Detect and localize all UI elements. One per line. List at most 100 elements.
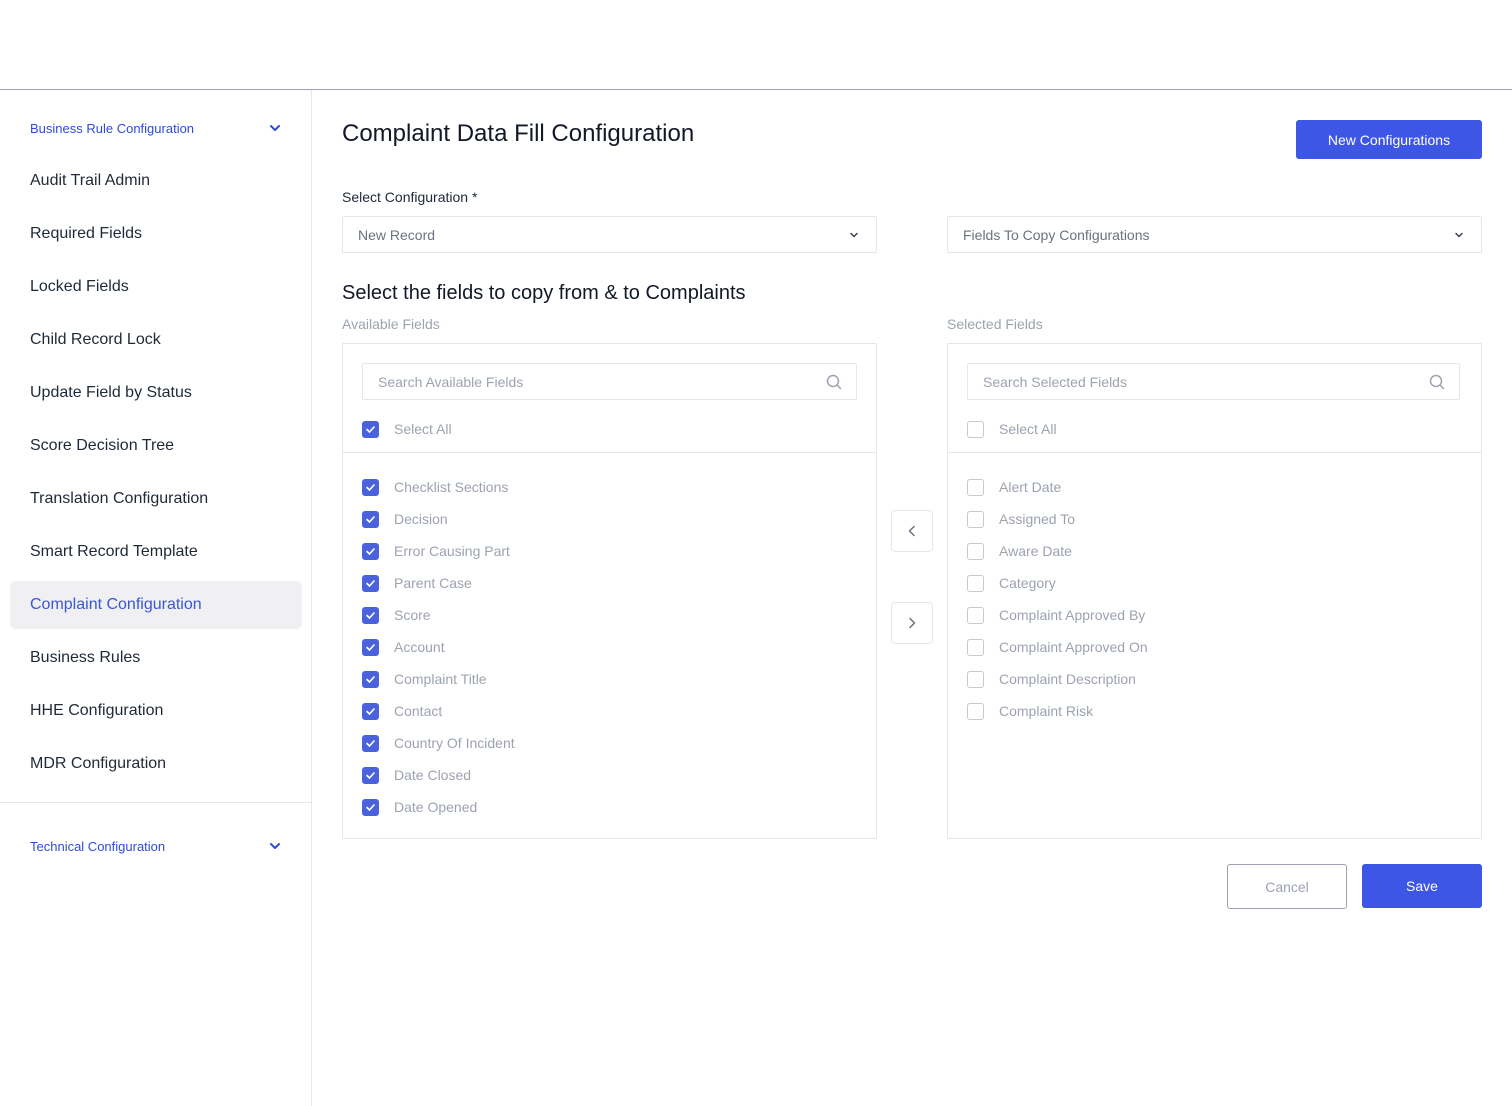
- section-title: Select the fields to copy from & to Comp…: [342, 282, 746, 304]
- available-fields-panel: Select All Checklist Sections Decision Err…: [342, 343, 877, 839]
- chevron-down-icon: [270, 843, 280, 849]
- field-checkbox[interactable]: [362, 702, 379, 720]
- field-label: Complaint Description: [999, 671, 1136, 687]
- selected-select-all-label: Select All: [999, 421, 1057, 437]
- search-icon[interactable]: [1429, 374, 1445, 390]
- sidebar-item-audit-trail-admin[interactable]: Audit Trail Admin: [10, 157, 302, 205]
- sidebar-item-label: Business Rules: [30, 649, 141, 666]
- sidebar-item-score-decision-tree[interactable]: Score Decision Tree: [10, 422, 302, 470]
- list-item[interactable]: Complaint Risk: [967, 695, 1148, 727]
- save-button[interactable]: Save: [1362, 864, 1482, 908]
- field-checkbox[interactable]: [362, 638, 379, 656]
- list-item[interactable]: Date Opened: [362, 791, 515, 823]
- field-checkbox[interactable]: [967, 574, 984, 592]
- list-item[interactable]: Assigned To: [967, 503, 1148, 535]
- field-checkbox[interactable]: [967, 542, 984, 560]
- sidebar-item-label: Complaint Configuration: [30, 596, 202, 613]
- list-item[interactable]: Complaint Title: [362, 663, 515, 695]
- configuration-select-value: New Record: [358, 226, 436, 243]
- field-label: Score: [394, 607, 431, 623]
- list-item[interactable]: Category: [967, 567, 1148, 599]
- move-left-button[interactable]: [891, 510, 933, 552]
- field-checkbox[interactable]: [362, 798, 379, 816]
- available-search-input[interactable]: [378, 373, 798, 390]
- sidebar-item-required-fields[interactable]: Required Fields: [10, 210, 302, 258]
- sidebar-item-child-record-lock[interactable]: Child Record Lock: [10, 316, 302, 364]
- check-icon: [366, 425, 375, 433]
- sidebar-section-label: Technical Configuration: [30, 838, 166, 854]
- field-label: Error Causing Part: [394, 543, 510, 559]
- move-right-button[interactable]: [891, 602, 933, 644]
- available-select-all-checkbox[interactable]: [362, 420, 379, 438]
- list-item[interactable]: Aware Date: [967, 535, 1148, 567]
- list-item[interactable]: Complaint Description: [967, 663, 1148, 695]
- available-fields-list: Checklist Sections Decision Error Causing …: [362, 471, 515, 823]
- field-checkbox[interactable]: [362, 606, 379, 624]
- selected-fields-list: Alert Date Assigned To Aware Date Category C…: [967, 471, 1148, 727]
- sidebar-item-hhe-configuration[interactable]: HHE Configuration: [10, 687, 302, 735]
- list-item[interactable]: Checklist Sections: [362, 471, 515, 503]
- check-icon: [366, 739, 375, 747]
- list-item[interactable]: Alert Date: [967, 471, 1148, 503]
- sidebar-item-update-field-by-status[interactable]: Update Field by Status: [10, 369, 302, 417]
- field-checkbox[interactable]: [362, 574, 379, 592]
- new-configurations-button[interactable]: New Configurations: [1296, 120, 1482, 159]
- search-icon[interactable]: [826, 374, 842, 390]
- check-icon: [366, 611, 375, 619]
- field-label: Date Closed: [394, 767, 472, 783]
- check-icon: [366, 771, 375, 779]
- check-icon: [366, 515, 375, 523]
- selected-search-input[interactable]: [983, 373, 1403, 390]
- list-item[interactable]: Date Closed: [362, 759, 515, 791]
- sidebar-section-technical-configuration[interactable]: Technical Configuration: [30, 834, 282, 858]
- field-checkbox[interactable]: [967, 478, 984, 496]
- sidebar-section-label: Business Rule Configuration: [30, 120, 195, 136]
- selected-select-all-checkbox[interactable]: [967, 420, 984, 438]
- check-icon: [366, 803, 375, 811]
- sidebar-item-mdr-configuration[interactable]: MDR Configuration: [10, 740, 302, 788]
- list-item[interactable]: Contact: [362, 695, 515, 727]
- list-item[interactable]: Country Of Incident: [362, 727, 515, 759]
- list-item[interactable]: Score: [362, 599, 515, 631]
- field-checkbox[interactable]: [362, 510, 379, 528]
- field-checkbox[interactable]: [362, 542, 379, 560]
- check-icon: [366, 707, 375, 715]
- list-item[interactable]: Complaint Approved By: [967, 599, 1148, 631]
- list-item[interactable]: Complaint Approved On: [967, 631, 1148, 663]
- sidebar-item-label: Translation Configuration: [30, 490, 209, 507]
- field-checkbox[interactable]: [362, 670, 379, 688]
- cancel-button[interactable]: Cancel: [1227, 864, 1347, 909]
- sidebar-item-label: Child Record Lock: [30, 331, 161, 348]
- selected-select-all-row[interactable]: Select All: [967, 420, 1057, 438]
- field-checkbox[interactable]: [362, 734, 379, 752]
- top-bar: [0, 0, 1512, 90]
- chevron-down-icon: [850, 232, 858, 237]
- available-select-all-row[interactable]: Select All: [362, 420, 452, 438]
- available-fields-label: Available Fields: [342, 316, 440, 332]
- list-item[interactable]: Error Causing Part: [362, 535, 515, 567]
- select-configuration-label: Select Configuration *: [342, 189, 478, 205]
- list-item[interactable]: Parent Case: [362, 567, 515, 599]
- sidebar-divider: [0, 802, 311, 803]
- list-item[interactable]: Account: [362, 631, 515, 663]
- list-item[interactable]: Decision: [362, 503, 515, 535]
- sidebar-item-locked-fields[interactable]: Locked Fields: [10, 263, 302, 311]
- fields-to-copy-select[interactable]: Fields To Copy Configurations: [947, 216, 1482, 253]
- field-label: Complaint Approved On: [999, 639, 1148, 655]
- field-label: Complaint Approved By: [999, 607, 1146, 623]
- sidebar-item-business-rules[interactable]: Business Rules: [10, 634, 302, 682]
- field-checkbox[interactable]: [362, 766, 379, 784]
- configuration-select[interactable]: New Record: [342, 216, 877, 253]
- field-checkbox[interactable]: [967, 606, 984, 624]
- field-label: Aware Date: [999, 543, 1072, 559]
- sidebar-item-smart-record-template[interactable]: Smart Record Template: [10, 528, 302, 576]
- field-checkbox[interactable]: [967, 702, 984, 720]
- field-checkbox[interactable]: [362, 478, 379, 496]
- field-checkbox[interactable]: [967, 638, 984, 656]
- sidebar-item-complaint-configuration[interactable]: Complaint Configuration: [10, 581, 302, 629]
- sidebar-section-business-rule-configuration[interactable]: Business Rule Configuration: [30, 116, 282, 140]
- field-checkbox[interactable]: [967, 510, 984, 528]
- fields-to-copy-select-value: Fields To Copy Configurations: [963, 226, 1150, 243]
- sidebar-item-translation-configuration[interactable]: Translation Configuration: [10, 475, 302, 523]
- field-checkbox[interactable]: [967, 670, 984, 688]
